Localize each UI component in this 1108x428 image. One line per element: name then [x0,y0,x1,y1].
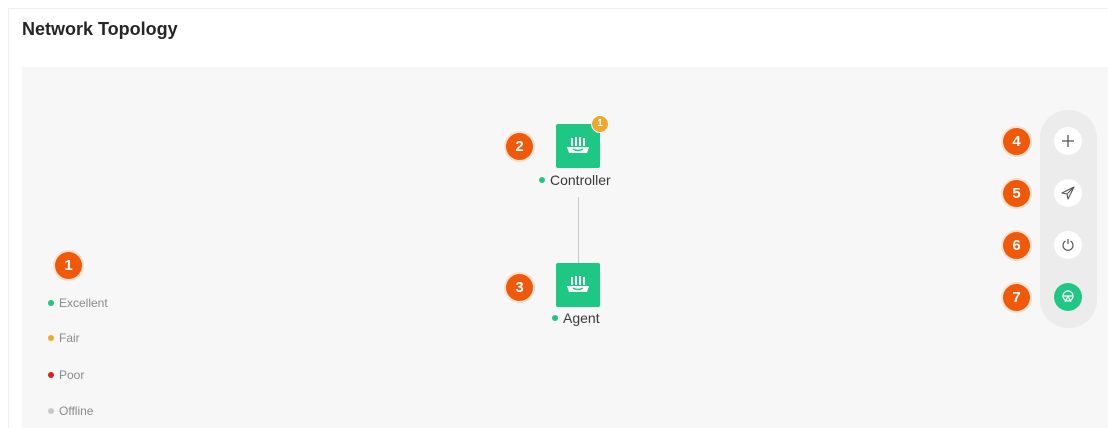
reboot-button[interactable] [1054,231,1082,259]
controller-alert-badge[interactable]: 1 [591,115,609,133]
network-icon [1062,290,1074,303]
agent-node[interactable] [556,263,600,307]
router-icon [567,276,589,292]
callout-3: 3 [506,274,533,301]
legend-item-poor: Poor [48,368,84,382]
legend-item-fair: Fair [48,331,80,345]
legend-item-offline: Offline [48,404,93,418]
topology-card: Network Topology 1 Excellent Fair Poor O… [8,8,1108,428]
callout-5: 5 [1003,180,1030,207]
status-dot-poor [48,371,54,378]
legend-item-excellent: Excellent [48,296,108,310]
power-icon [1062,239,1074,251]
paper-plane-icon [1061,186,1075,200]
callout-7: 7 [1003,284,1030,311]
callout-2: 2 [506,133,533,160]
topology-canvas: 1 Excellent Fair Poor Offline 2 1 Contro… [22,67,1108,428]
agent-label: Agent [552,310,600,326]
status-dot-fair [48,334,54,341]
legend-label: Excellent [59,296,108,310]
callout-1: 1 [55,252,82,279]
topology-toolbar [1040,110,1097,328]
mesh-button[interactable] [1054,283,1082,311]
legend-label: Poor [59,368,85,382]
add-button[interactable] [1054,127,1082,155]
legend-label: Fair [59,331,80,345]
router-icon [567,137,589,153]
callout-4: 4 [1003,128,1030,155]
controller-label: Controller [539,172,611,188]
status-dot-offline [48,407,54,414]
send-button[interactable] [1054,179,1082,207]
status-dot-excellent [48,299,54,306]
callout-6: 6 [1003,232,1030,259]
legend-label: Offline [59,404,94,418]
agent-status-dot [552,315,558,322]
node-connection-line [578,197,579,264]
page-title: Network Topology [22,19,178,39]
controller-status-dot [539,177,545,184]
plus-icon [1062,135,1074,147]
